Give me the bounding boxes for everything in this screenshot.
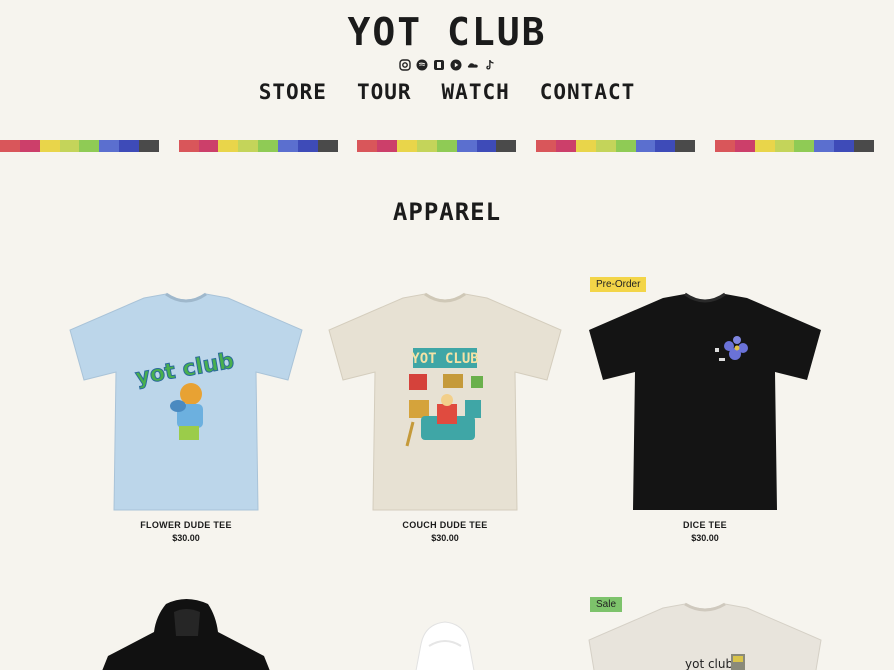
stripe-segment bbox=[794, 140, 815, 152]
nav-watch[interactable]: WATCH bbox=[442, 80, 510, 104]
product-card[interactable]: Pre-Order DICE TEE $30.00 bbox=[585, 276, 825, 543]
product-card[interactable] bbox=[66, 596, 306, 670]
nav-contact[interactable]: CONTACT bbox=[540, 80, 636, 104]
product-card[interactable] bbox=[325, 596, 565, 670]
stripe-segment bbox=[834, 140, 854, 152]
stripe-segment bbox=[238, 140, 259, 152]
stripe-segment bbox=[79, 140, 100, 152]
main-nav: STORE TOUR WATCH CONTACT bbox=[0, 80, 894, 104]
stripe-segment bbox=[158, 140, 179, 152]
product-name[interactable]: COUCH DUDE TEE bbox=[325, 520, 565, 530]
stripe-segment bbox=[178, 140, 199, 152]
stripe-segment bbox=[556, 140, 576, 152]
stripe-segment bbox=[635, 140, 656, 152]
product-image[interactable] bbox=[585, 276, 825, 516]
stripe-segment bbox=[516, 140, 537, 152]
stripe-segment bbox=[575, 140, 596, 152]
stripe-segment bbox=[417, 140, 437, 152]
stripe-segment bbox=[218, 140, 239, 152]
stripe-segment bbox=[774, 140, 795, 152]
stripe-segment bbox=[0, 140, 20, 152]
spotify-icon[interactable] bbox=[416, 59, 428, 71]
product-name[interactable]: FLOWER DUDE TEE bbox=[66, 520, 306, 530]
stripe-segment bbox=[19, 140, 40, 152]
stripe-segment bbox=[198, 140, 219, 152]
section-title: APPAREL bbox=[392, 198, 502, 226]
social-icons bbox=[0, 58, 894, 72]
stripe-segment bbox=[734, 140, 755, 152]
product-price: $30.00 bbox=[172, 533, 200, 543]
site-header: YOT CLUB STORE TOUR WATCH CONTACT bbox=[0, 0, 894, 104]
stripe-segment bbox=[39, 140, 60, 152]
stripe-segment bbox=[714, 140, 735, 152]
product-name[interactable]: DICE TEE bbox=[585, 520, 825, 530]
stripe-segment bbox=[695, 140, 715, 152]
stripe-segment bbox=[476, 140, 497, 152]
color-stripe-divider bbox=[0, 140, 894, 152]
product-image[interactable] bbox=[66, 596, 306, 670]
stripe-segment bbox=[853, 140, 874, 152]
stripe-segment bbox=[675, 140, 696, 152]
stripe-segment bbox=[496, 140, 517, 152]
product-card[interactable]: YOT CLUB COUCH DUDE TEE $30.00 bbox=[325, 276, 565, 543]
stripe-segment bbox=[59, 140, 80, 152]
stripe-segment bbox=[258, 140, 279, 152]
product-price: $30.00 bbox=[431, 533, 459, 543]
stripe-segment bbox=[436, 140, 457, 152]
stripe-segment bbox=[536, 140, 557, 152]
sale-badge: Sale bbox=[590, 597, 623, 612]
product-image[interactable] bbox=[325, 596, 565, 670]
nav-store[interactable]: STORE bbox=[259, 80, 327, 104]
product-card[interactable]: yot club FLOWER DUDE TEE $30.00 bbox=[66, 276, 306, 543]
tiktok-icon[interactable] bbox=[484, 59, 496, 71]
product-card[interactable]: Sale yot club bbox=[585, 596, 825, 670]
stripe-segment bbox=[814, 140, 835, 152]
stripe-segment bbox=[317, 140, 338, 152]
apple-music-icon[interactable] bbox=[433, 59, 445, 71]
stripe-segment bbox=[139, 140, 159, 152]
stripe-segment bbox=[873, 140, 894, 152]
stripe-segment bbox=[615, 140, 636, 152]
nav-tour[interactable]: TOUR bbox=[357, 80, 412, 104]
stripe-segment bbox=[278, 140, 298, 152]
brand-logo[interactable]: YOT CLUB bbox=[0, 12, 894, 52]
product-image[interactable]: yot club bbox=[66, 276, 306, 516]
stripe-segment bbox=[377, 140, 398, 152]
stripe-segment bbox=[337, 140, 358, 152]
stripe-segment bbox=[357, 140, 378, 152]
stripe-segment bbox=[297, 140, 318, 152]
svg-text:yot club: yot club bbox=[685, 657, 733, 670]
stripe-segment bbox=[754, 140, 775, 152]
stripe-segment bbox=[397, 140, 418, 152]
soundcloud-icon[interactable] bbox=[467, 59, 479, 71]
product-price: $30.00 bbox=[691, 533, 719, 543]
product-image[interactable]: YOT CLUB bbox=[325, 276, 565, 516]
stripe-segment bbox=[456, 140, 477, 152]
youtube-icon[interactable] bbox=[450, 59, 462, 71]
pre-order-badge: Pre-Order bbox=[590, 277, 647, 292]
stripe-segment bbox=[595, 140, 616, 152]
stripe-segment bbox=[99, 140, 120, 152]
stripe-segment bbox=[119, 140, 140, 152]
stripe-segment bbox=[655, 140, 676, 152]
svg-text:YOT CLUB: YOT CLUB bbox=[411, 351, 478, 367]
instagram-icon[interactable] bbox=[398, 59, 411, 71]
